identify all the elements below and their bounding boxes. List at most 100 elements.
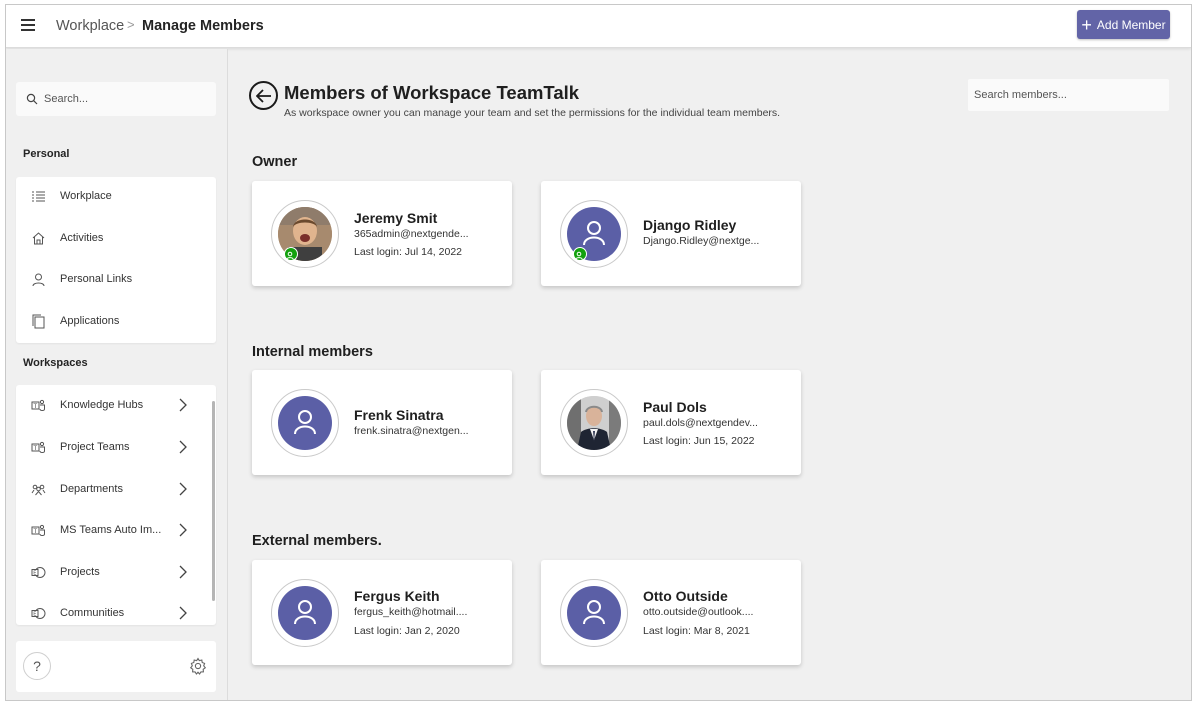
hamburger-menu-icon[interactable]: [21, 19, 35, 31]
svg-text:T: T: [33, 403, 38, 410]
sidebar-item-personal-links[interactable]: Personal Links: [16, 264, 216, 294]
sidebar-search[interactable]: Search...: [16, 82, 216, 116]
member-last-login: Last login: Mar 8, 2021: [643, 625, 750, 637]
avatar: [271, 200, 339, 268]
sidebar-item-applications[interactable]: Applications: [16, 306, 216, 336]
chevron-right-icon[interactable]: [176, 480, 190, 498]
person-photo-icon: [567, 396, 621, 450]
member-name: Frenk Sinatra: [354, 407, 444, 423]
person-icon: [32, 273, 45, 287]
personal-nav: Workplace Activities Personal Links Appl…: [16, 177, 216, 343]
copy-icon: [32, 314, 45, 329]
member-card-frenk-sinatra[interactable]: Frenk Sinatra frenk.sinatra@nextgen...: [252, 370, 512, 475]
sidebar-item-communities[interactable]: E Communities: [16, 598, 216, 625]
teams-icon: T: [31, 441, 45, 453]
scrollbar-thumb[interactable]: [212, 401, 215, 601]
member-name: Django Ridley: [643, 217, 737, 233]
avatar: [560, 579, 628, 647]
svg-text:T: T: [33, 528, 38, 535]
owner-badge-icon: [573, 247, 587, 261]
sidebar-item-label: Applications: [60, 315, 120, 327]
sidebar-item-label: Project Teams: [60, 441, 130, 453]
member-email: otto.outside@outlook....: [643, 606, 754, 618]
svg-text:E: E: [33, 571, 36, 577]
breadcrumb-separator-icon: >: [127, 17, 135, 32]
main-content: Members of Workspace TeamTalk As workspa…: [229, 49, 1191, 700]
page-subtitle: As workspace owner you can manage your t…: [284, 107, 781, 119]
sidebar-item-label: Projects: [60, 566, 100, 578]
chevron-right-icon[interactable]: [176, 604, 190, 622]
member-card-fergus-keith[interactable]: Fergus Keith fergus_keith@hotmail.... La…: [252, 560, 512, 665]
member-last-login: Last login: Jul 14, 2022: [354, 246, 462, 258]
avatar-photo: [567, 396, 621, 450]
teams-icon: T: [31, 524, 45, 536]
svg-text:T: T: [33, 445, 38, 452]
help-button[interactable]: ?: [23, 652, 51, 680]
sidebar-item-label: Communities: [60, 607, 125, 619]
sidebar-search-placeholder: Search...: [44, 93, 89, 105]
breadcrumb-workplace[interactable]: Workplace: [56, 18, 124, 34]
sidebar-item-departments[interactable]: Departments: [16, 474, 216, 504]
internal-section-title: Internal members: [252, 344, 373, 360]
avatar: [271, 579, 339, 647]
avatar-placeholder: [278, 396, 332, 450]
avatar: [271, 389, 339, 457]
workspaces-scrollbar[interactable]: [211, 397, 216, 619]
member-card-django-ridley[interactable]: Django Ridley Django.Ridley@nextge...: [541, 181, 801, 286]
sidebar-footer: ?: [16, 641, 216, 692]
external-section-title: External members.: [252, 533, 382, 549]
personal-heading: Personal: [23, 148, 70, 160]
sidebar-item-workplace[interactable]: Workplace: [16, 181, 216, 211]
member-name: Paul Dols: [643, 399, 707, 415]
member-name: Jeremy Smit: [354, 210, 438, 226]
gear-icon[interactable]: [189, 657, 207, 675]
sidebar-item-ms-teams-auto-import[interactable]: T MS Teams Auto Im...: [16, 515, 216, 545]
member-card-otto-outside[interactable]: Otto Outside otto.outside@outlook.... La…: [541, 560, 801, 665]
top-bar: Workplace > Manage Members + Add Member: [6, 5, 1191, 48]
member-card-paul-dols[interactable]: Paul Dols paul.dols@nextgendev... Last l…: [541, 370, 801, 475]
person-icon: [294, 600, 316, 625]
avatar-placeholder: [278, 586, 332, 640]
teams-icon: T: [31, 399, 45, 411]
add-member-label: Add Member: [1096, 17, 1166, 32]
breadcrumb-current: Manage Members: [142, 18, 264, 34]
sidebar-item-label: Personal Links: [60, 273, 133, 285]
chevron-right-icon[interactable]: [176, 563, 190, 581]
svg-text:E: E: [33, 612, 36, 618]
exchange-icon: E: [31, 608, 46, 619]
add-member-button[interactable]: + Add Member: [1077, 10, 1170, 39]
sidebar-item-label: MS Teams Auto Im...: [60, 524, 162, 536]
member-email: frenk.sinatra@nextgen...: [354, 425, 469, 437]
chevron-right-icon[interactable]: [176, 438, 190, 456]
search-icon: [26, 93, 38, 105]
sidebar: Search... Personal Workplace Activities …: [6, 49, 228, 700]
member-search-input[interactable]: [968, 79, 1169, 111]
home-icon: [32, 232, 45, 245]
back-button[interactable]: [249, 81, 278, 110]
member-email: fergus_keith@hotmail....: [354, 606, 468, 618]
member-name: Fergus Keith: [354, 588, 440, 604]
sidebar-item-knowledge-hubs[interactable]: T Knowledge Hubs: [16, 390, 216, 420]
workspaces-heading: Workspaces: [23, 357, 88, 369]
member-card-jeremy-smit[interactable]: Jeremy Smit 365admin@nextgende... Last l…: [252, 181, 512, 286]
avatar-placeholder: [567, 586, 621, 640]
sidebar-item-label: Activities: [60, 232, 104, 244]
person-icon: [583, 600, 605, 625]
sidebar-item-activities[interactable]: Activities: [16, 223, 216, 253]
people-icon: [31, 484, 46, 496]
sidebar-item-project-teams[interactable]: T Project Teams: [16, 432, 216, 462]
member-email: Django.Ridley@nextge...: [643, 235, 760, 247]
app-window: Workplace > Manage Members + Add Member …: [5, 4, 1192, 701]
arrow-left-icon: [255, 88, 271, 103]
chevron-right-icon[interactable]: [176, 396, 190, 414]
workspaces-nav: T Knowledge Hubs T Project Teams Departm…: [16, 385, 216, 625]
member-last-login: Last login: Jun 15, 2022: [643, 435, 755, 447]
list-icon: [32, 191, 45, 202]
chevron-right-icon[interactable]: [176, 521, 190, 539]
exchange-icon: E: [31, 567, 46, 578]
member-name: Otto Outside: [643, 588, 728, 604]
owner-badge-icon: [284, 247, 298, 261]
sidebar-item-projects[interactable]: E Projects: [16, 557, 216, 587]
page-title: Members of Workspace TeamTalk: [284, 82, 580, 103]
sidebar-item-label: Workplace: [60, 190, 112, 202]
